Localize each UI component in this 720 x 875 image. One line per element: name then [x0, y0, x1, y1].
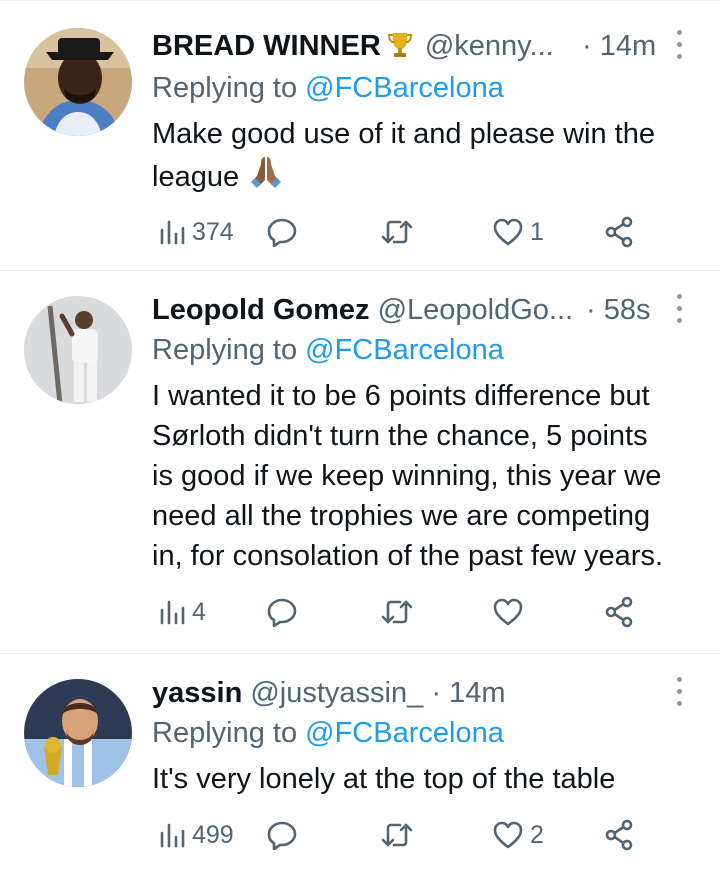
- folded-hands-icon: [249, 154, 283, 199]
- share-icon: [604, 216, 634, 248]
- like-count: 1: [530, 217, 544, 246]
- views-icon: [158, 598, 186, 626]
- views-count: 374: [192, 217, 234, 246]
- retweet-icon: [380, 598, 414, 626]
- avatar[interactable]: [24, 296, 132, 404]
- like-button[interactable]: 1: [492, 212, 544, 252]
- tweet-text: I wanted it to be 6 points difference bu…: [152, 380, 663, 572]
- timestamp[interactable]: 14m: [600, 30, 656, 62]
- retweet-icon: [380, 821, 414, 849]
- handle[interactable]: @kenny...: [425, 30, 554, 62]
- reply-button[interactable]: [266, 592, 304, 632]
- avatar[interactable]: [24, 28, 132, 136]
- share-icon: [604, 596, 634, 628]
- heart-icon: [492, 820, 524, 850]
- separator-dot: ·: [586, 294, 596, 326]
- views-icon: [158, 821, 186, 849]
- views-count: 4: [192, 597, 206, 626]
- mention-link[interactable]: @FCBarcelona: [305, 72, 504, 104]
- avatar[interactable]: [24, 679, 132, 787]
- display-name[interactable]: BREAD WINNER: [152, 30, 381, 62]
- retweet-button[interactable]: [380, 212, 420, 252]
- views-count: 499: [192, 820, 234, 849]
- handle[interactable]: @justyassin_: [250, 677, 423, 709]
- separator-dot: ·: [582, 30, 592, 62]
- timestamp[interactable]: 58s: [604, 294, 651, 326]
- share-button[interactable]: [604, 592, 634, 632]
- like-count: 2: [530, 820, 544, 849]
- share-icon: [604, 819, 634, 851]
- share-button[interactable]: [604, 212, 634, 252]
- reply-button[interactable]: [266, 212, 304, 252]
- more-options-icon[interactable]: [672, 26, 686, 66]
- views-icon: [158, 218, 186, 246]
- tweet-3[interactable]: yassin @justyassin_ · 14m Replying to @F…: [0, 653, 720, 875]
- mention-link[interactable]: @FCBarcelona: [305, 334, 504, 366]
- handle[interactable]: @LeopoldGo...: [378, 294, 574, 326]
- reply-icon: [266, 597, 298, 627]
- share-button[interactable]: [604, 815, 634, 855]
- replying-to: Replying to @FCBarcelona: [152, 334, 504, 366]
- timestamp[interactable]: 14m: [449, 677, 505, 709]
- heart-icon: [492, 597, 524, 627]
- like-button[interactable]: [492, 592, 530, 632]
- reply-icon: [266, 820, 298, 850]
- tweet-text: Make good use of it and please win the l…: [152, 114, 712, 199]
- like-button[interactable]: 2: [492, 815, 544, 855]
- tweet-2[interactable]: Leopold Gomez @LeopoldGo... · 58s Replyi…: [0, 270, 720, 654]
- more-options-icon[interactable]: [672, 290, 686, 330]
- views-button[interactable]: 499: [158, 815, 234, 855]
- replying-to: Replying to @FCBarcelona: [152, 717, 504, 749]
- replying-to: Replying to @FCBarcelona: [152, 72, 504, 104]
- tweet-1[interactable]: BREAD WINNER @kenny... · 14m Replying to…: [0, 0, 720, 271]
- views-button[interactable]: 374: [158, 212, 234, 252]
- reply-button[interactable]: [266, 815, 304, 855]
- trophy-icon: [385, 29, 415, 64]
- heart-icon: [492, 217, 524, 247]
- separator-dot: ·: [431, 677, 441, 709]
- retweet-button[interactable]: [380, 815, 420, 855]
- reply-icon: [266, 217, 298, 247]
- more-options-icon[interactable]: [672, 673, 686, 713]
- tweet-text: It's very lonely at the top of the table: [152, 763, 616, 795]
- mention-link[interactable]: @FCBarcelona: [305, 717, 504, 749]
- retweet-button[interactable]: [380, 592, 420, 632]
- display-name[interactable]: Leopold Gomez: [152, 294, 370, 326]
- views-button[interactable]: 4: [158, 592, 206, 632]
- display-name[interactable]: yassin: [152, 677, 242, 709]
- retweet-icon: [380, 218, 414, 246]
